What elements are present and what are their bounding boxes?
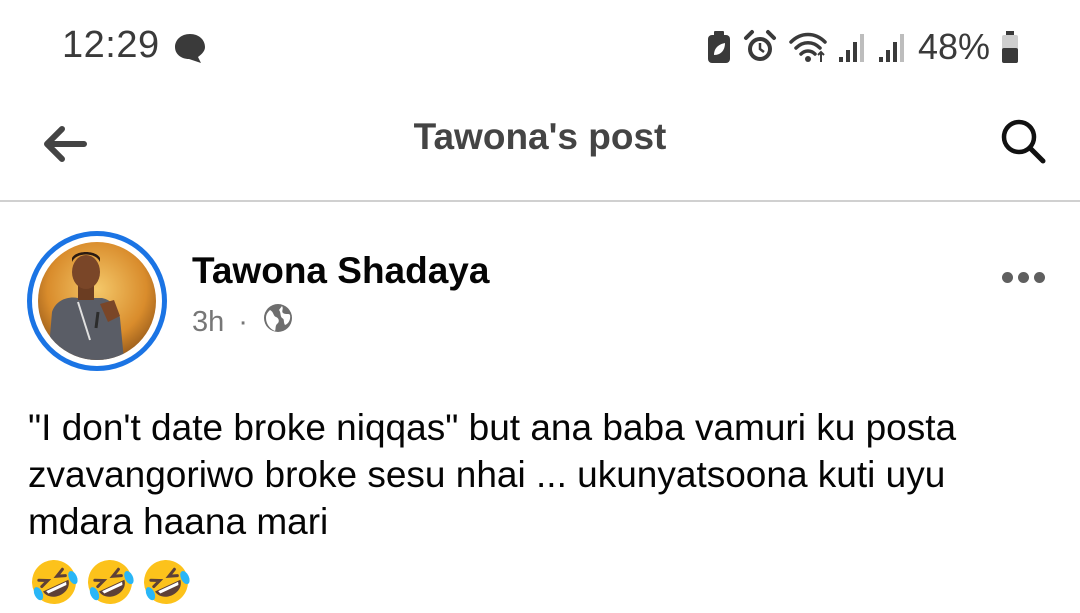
status-bar: 12:29 48% (0, 0, 1080, 90)
battery-saver-icon (706, 29, 732, 65)
avatar-photo (38, 242, 156, 360)
laughing-emoji-icon (144, 560, 190, 604)
laughing-emoji-icon (88, 560, 134, 604)
post-time[interactable]: 3h (192, 306, 224, 339)
more-options-button[interactable] (998, 262, 1048, 292)
search-icon (1001, 119, 1046, 164)
status-icons: 48% (706, 26, 1020, 68)
globe-icon (262, 302, 294, 342)
alarm-icon (742, 29, 778, 65)
post-text: "I don't date broke niqqas" but ana baba… (28, 407, 967, 542)
battery-icon (1000, 30, 1020, 64)
battery-percent: 48% (917, 26, 990, 67)
status-time: 12:29 (62, 24, 160, 66)
post-header: Tawona Shadaya 3h · (0, 228, 1080, 378)
search-button[interactable] (992, 110, 1054, 172)
signal-1-icon (838, 31, 868, 63)
page-title: Tawona's post (413, 116, 667, 157)
laughing-emoji-icon (32, 560, 78, 604)
post-meta: 3h · (192, 302, 294, 342)
app-bar: Tawona's post (0, 90, 1080, 202)
meta-separator: · (238, 305, 248, 338)
message-bubble-icon (172, 30, 208, 71)
avatar[interactable] (27, 231, 167, 371)
more-horizontal-icon (1001, 271, 1013, 283)
signal-2-icon (878, 31, 908, 63)
emoji-row (28, 556, 192, 608)
post-author[interactable]: Tawona Shadaya (192, 250, 489, 292)
wifi-icon (788, 30, 828, 64)
